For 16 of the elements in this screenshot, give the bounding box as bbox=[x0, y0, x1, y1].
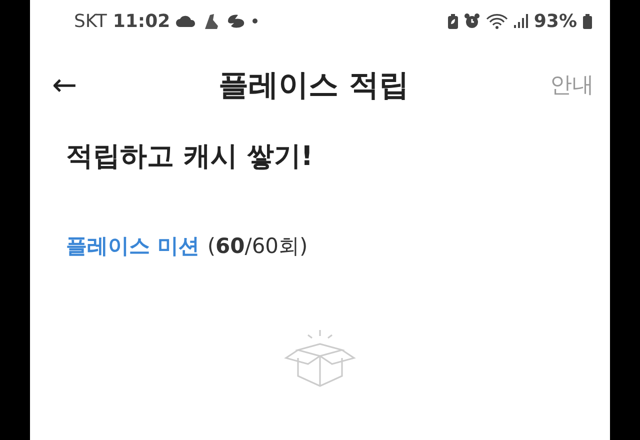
mission-count: (60/60회) bbox=[207, 233, 308, 260]
signal-icon bbox=[514, 14, 528, 28]
page-title: 플레이스 적립 bbox=[218, 66, 409, 104]
dot-icon bbox=[252, 18, 258, 24]
battery-saver-icon bbox=[448, 14, 458, 28]
battery-icon bbox=[583, 14, 592, 28]
back-button[interactable]: ← bbox=[52, 68, 78, 102]
wifi-icon bbox=[486, 13, 508, 29]
alarm-icon bbox=[464, 13, 480, 29]
carrier: SKT bbox=[74, 10, 107, 32]
mission-label: 플레이스 미션 bbox=[66, 233, 200, 260]
open-box-icon bbox=[282, 328, 358, 388]
cloud-icon bbox=[176, 15, 196, 27]
clock: 11:02 bbox=[112, 10, 170, 32]
heading: 적립하고 캐시 쌓기! bbox=[65, 140, 314, 174]
battery-percent: 93% bbox=[534, 10, 577, 32]
